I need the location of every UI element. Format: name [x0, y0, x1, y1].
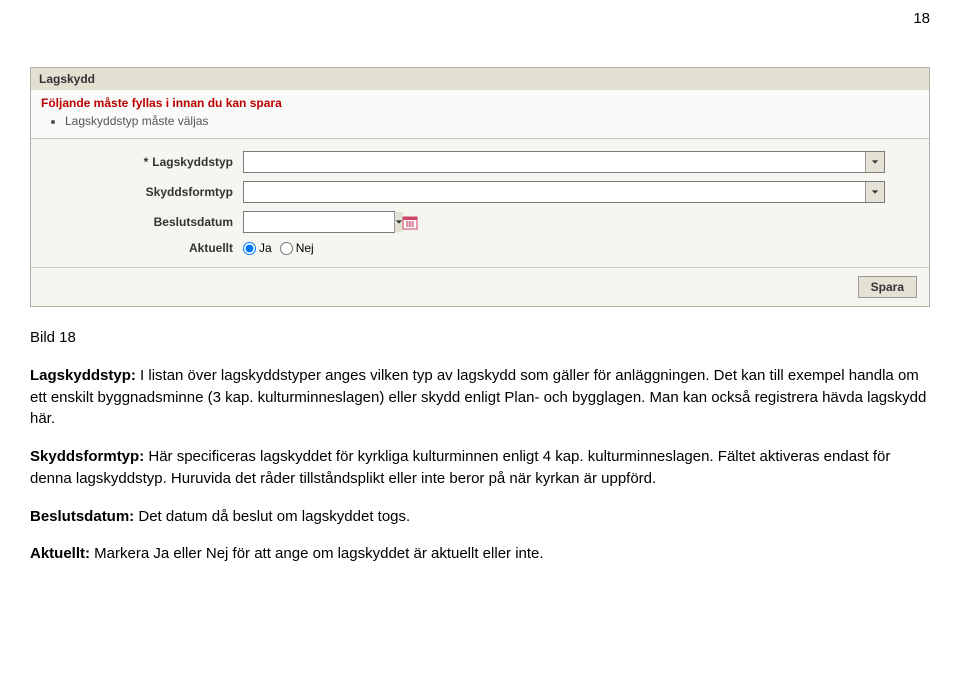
label-skyddsformtyp: Skyddsformtyp — [43, 185, 243, 199]
radio-ja-text: Ja — [259, 241, 272, 255]
calendar-icon[interactable] — [401, 213, 419, 231]
radio-ja[interactable] — [243, 242, 256, 255]
required-marker: * — [144, 155, 149, 169]
p1-label: Lagskyddstyp: — [30, 367, 136, 384]
save-button[interactable]: Spara — [858, 276, 917, 298]
p2-label: Skyddsformtyp: — [30, 448, 144, 465]
row-skyddsformtyp: Skyddsformtyp — [31, 177, 929, 207]
para-skyddsformtyp: Skyddsformtyp: Här specificeras lagskydd… — [30, 446, 930, 490]
p4-label: Aktuellt: — [30, 545, 90, 562]
form-body: *Lagskyddstyp Skyddsformtyp — [31, 139, 929, 267]
beslutsdatum-input-wrap[interactable] — [243, 211, 395, 233]
label-beslutsdatum: Beslutsdatum — [43, 215, 243, 229]
validation-title: Följande måste fyllas i innan du kan spa… — [41, 96, 919, 110]
validation-item: Lagskyddstyp måste väljas — [65, 114, 919, 128]
label-aktuellt: Aktuellt — [43, 241, 243, 255]
radio-ja-label[interactable]: Ja — [243, 241, 272, 255]
page-number: 18 — [0, 0, 960, 27]
aktuellt-radio-group: Ja Nej — [243, 241, 314, 255]
chevron-down-icon[interactable] — [865, 182, 884, 202]
p3-text: Det datum då beslut om lagskyddet togs. — [134, 508, 410, 525]
para-aktuellt: Aktuellt: Markera Ja eller Nej för att a… — [30, 543, 930, 565]
label-text: Lagskyddstyp — [152, 155, 233, 169]
caption: Bild 18 — [30, 327, 930, 349]
panel-title: Lagskydd — [31, 68, 929, 90]
p4-text: Markera Ja eller Nej för att ange om lag… — [90, 545, 544, 562]
form-panel: Lagskydd Följande måste fyllas i innan d… — [30, 67, 930, 307]
row-beslutsdatum: Beslutsdatum — [31, 207, 929, 237]
validation-list: Lagskyddstyp måste väljas — [41, 114, 919, 128]
p1-text: I listan över lagskyddstyper anges vilke… — [30, 367, 926, 428]
form-footer: Spara — [31, 267, 929, 306]
beslutsdatum-input[interactable] — [244, 212, 394, 232]
para-beslutsdatum: Beslutsdatum: Det datum då beslut om lag… — [30, 506, 930, 528]
skyddsformtyp-input[interactable] — [244, 182, 865, 202]
para-lagskyddstyp: Lagskyddstyp: I listan över lagskyddstyp… — [30, 365, 930, 430]
radio-nej-text: Nej — [296, 241, 314, 255]
p2-text: Här specificeras lagskyddet för kyrkliga… — [30, 448, 890, 487]
chevron-down-icon[interactable] — [865, 152, 884, 172]
radio-nej-label[interactable]: Nej — [280, 241, 314, 255]
validation-box: Följande måste fyllas i innan du kan spa… — [31, 90, 929, 139]
lagskyddstyp-dropdown[interactable] — [243, 151, 885, 173]
radio-nej[interactable] — [280, 242, 293, 255]
lagskyddstyp-input[interactable] — [244, 152, 865, 172]
skyddsformtyp-dropdown[interactable] — [243, 181, 885, 203]
p3-label: Beslutsdatum: — [30, 508, 134, 525]
label-lagskyddstyp: *Lagskyddstyp — [43, 155, 243, 169]
row-aktuellt: Aktuellt Ja Nej — [31, 237, 929, 259]
row-lagskyddstyp: *Lagskyddstyp — [31, 147, 929, 177]
body-text: Bild 18 Lagskyddstyp: I listan över lags… — [30, 327, 930, 565]
